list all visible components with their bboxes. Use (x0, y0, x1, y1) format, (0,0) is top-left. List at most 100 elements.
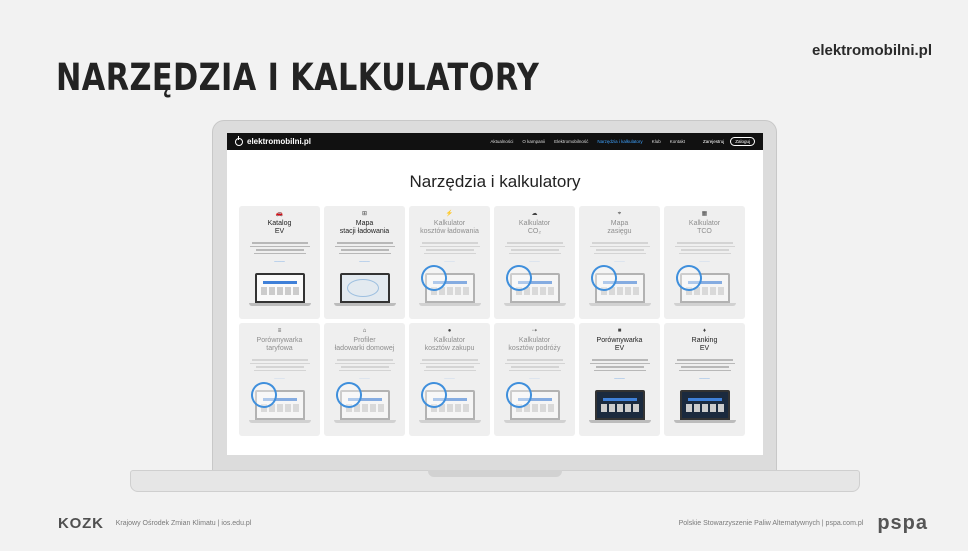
tool-card[interactable]: ⌂ Profiler ładowarki domowej ——— (324, 323, 405, 436)
home-charger-icon: ⌂ (362, 328, 367, 334)
tool-card-description (419, 240, 481, 254)
tool-card-title: Ranking EV (691, 337, 718, 352)
tool-card-description (504, 357, 566, 371)
tool-preview-screen (257, 275, 303, 301)
tool-card-description (674, 240, 736, 254)
tool-card-link[interactable]: ——— (274, 376, 285, 380)
tool-preview (595, 390, 645, 420)
tool-card[interactable]: ⚡ Kalkulator kosztów ładowania ——— (409, 206, 490, 319)
page-heading: Narzędzia i kalkulatory (409, 172, 581, 191)
tool-card[interactable]: ■ Porównywarka EV ——— (579, 323, 660, 436)
calculator-icon: ▦ (701, 211, 708, 217)
tool-card-title: Katalog EV (267, 220, 292, 235)
footer-right: Polskie Stowarzyszenie Paliw Alternatywn… (679, 512, 928, 535)
tool-preview-base (419, 420, 481, 423)
range-icon: ⌖ (617, 211, 622, 217)
ranking-icon: ♦ (702, 328, 707, 334)
kozk-text: Krajowy Ośrodek Zmian Klimatu | ios.edu.… (115, 520, 252, 527)
preview-bar (263, 281, 297, 284)
nav-item[interactable]: Narzędzia i kalkulatory (597, 139, 642, 144)
tool-preview-screen (342, 275, 388, 301)
tool-card-description (249, 357, 311, 371)
trip-icon: ⇢ (531, 328, 538, 334)
tool-preview-base (249, 420, 311, 423)
tool-card-title: Profiler ładowarki domowej (334, 337, 395, 352)
footer-left: KOZK Krajowy Ośrodek Zmian Klimatu | ios… (58, 515, 251, 532)
tool-card[interactable]: ☁ Kalkulator CO₂ ——— (494, 206, 575, 319)
tool-card-link[interactable]: ——— (699, 376, 710, 380)
tool-card[interactable]: ♦ Ranking EV ——— (664, 323, 745, 436)
tariff-icon: ≡ (277, 328, 282, 334)
purchase-icon: ● (447, 328, 452, 334)
tools-grid: 🚗 Katalog EV ——— ⊞ Mapa stacji ładowania ——— ⚡… (239, 206, 763, 436)
tool-card[interactable]: ● Kalkulator kosztów zakupu ——— (409, 323, 490, 436)
tool-card-link[interactable]: ——— (614, 376, 625, 380)
tool-preview-screen (682, 392, 728, 418)
tool-card-link[interactable]: ——— (614, 259, 625, 263)
pspa-logo: pspa (877, 512, 928, 534)
tool-preview-screen (597, 392, 643, 418)
tool-card-link[interactable]: ——— (359, 376, 370, 380)
site-logo-text: elektromobilni.pl (247, 137, 312, 146)
pspa-text: Polskie Stowarzyszenie Paliw Alternatywn… (678, 520, 864, 527)
tool-card-link[interactable]: ——— (529, 376, 540, 380)
preview-bar (603, 398, 637, 401)
tool-preview-base (334, 420, 396, 423)
tool-card-title: Kalkulator TCO (688, 220, 721, 235)
preview-bar (688, 398, 722, 401)
tool-card-description (589, 240, 651, 254)
site-logo[interactable]: elektromobilni.pl (235, 135, 312, 146)
tool-card[interactable]: ⊞ Mapa stacji ładowania ——— (324, 206, 405, 319)
tool-card-link[interactable]: ——— (529, 259, 540, 263)
tool-card-description (674, 357, 736, 371)
kozk-logo: KOZK (58, 515, 104, 532)
tool-card-link[interactable]: ——— (444, 259, 455, 263)
login-button[interactable]: Zaloguj (730, 137, 755, 146)
nav-item[interactable]: Elektromobilność (554, 139, 588, 144)
tool-card-title: Kalkulator kosztów zakupu (424, 337, 475, 352)
power-icon (235, 135, 243, 146)
nav-item[interactable]: Kontakt (670, 139, 685, 144)
tool-preview (255, 273, 305, 303)
preview-row (686, 404, 724, 412)
tool-card-title: Kalkulator kosztów podróży (508, 337, 561, 352)
tool-card[interactable]: ⇢ Kalkulator kosztów podróży ——— (494, 323, 575, 436)
nav-links: Aktualności O kampanii Elektromobilność Nar… (490, 139, 685, 144)
tool-card-description (334, 357, 396, 371)
tool-preview-base (589, 303, 651, 306)
tool-card-title: Kalkulator CO₂ (518, 220, 551, 235)
car-icon: 🚗 (275, 211, 284, 217)
tool-card-description (504, 240, 566, 254)
nav-item[interactable]: Aktualności (490, 139, 513, 144)
nav-account: Zarejestruj Zaloguj (703, 137, 755, 146)
tool-card-description (334, 240, 396, 254)
preview-row (601, 404, 639, 412)
site-nav: elektromobilni.pl Aktualności O kampanii E… (227, 133, 763, 150)
tool-card-description (249, 240, 311, 254)
tool-card[interactable]: ▦ Kalkulator TCO ——— (664, 206, 745, 319)
tool-preview-base (504, 420, 566, 423)
nav-item[interactable]: Klub (652, 139, 661, 144)
tool-preview-base (504, 303, 566, 306)
tool-card-description (419, 357, 481, 371)
laptop-screen: elektromobilni.pl Aktualności O kampanii E… (227, 133, 763, 455)
tool-preview-base (589, 420, 651, 423)
tool-card-link[interactable]: ——— (444, 376, 455, 380)
tool-preview-base (674, 420, 736, 423)
laptop-notch (428, 470, 562, 477)
tool-card[interactable]: ⌖ Mapa zasięgu ——— (579, 206, 660, 319)
tool-card[interactable]: ≡ Porównywarka taryfowa ——— (239, 323, 320, 436)
tool-card-link[interactable]: ——— (274, 259, 285, 263)
nav-item[interactable]: O kampanii (522, 139, 545, 144)
tool-card-link[interactable]: ——— (699, 259, 710, 263)
tool-card-title: Mapa stacji ładowania (339, 220, 390, 235)
tool-preview (340, 273, 390, 303)
tool-preview (680, 390, 730, 420)
co2-icon: ☁ (531, 211, 538, 217)
tool-preview-base (249, 303, 311, 306)
tool-preview-base (674, 303, 736, 306)
tool-card-title: Porównywarka taryfowa (256, 337, 303, 352)
tool-card-link[interactable]: ——— (359, 259, 370, 263)
tool-card[interactable]: 🚗 Katalog EV ——— (239, 206, 320, 319)
register-link[interactable]: Zarejestruj (703, 139, 724, 144)
